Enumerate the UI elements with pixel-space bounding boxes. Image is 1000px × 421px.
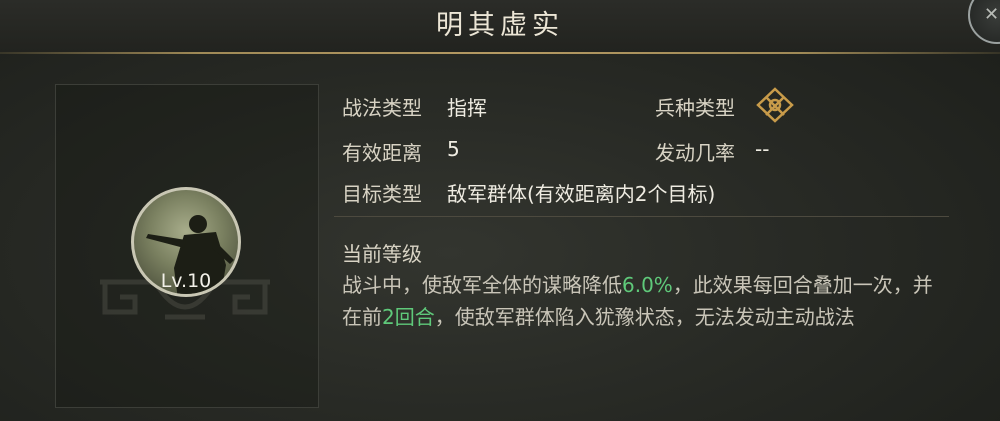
range-label: 有效距离 [342,141,422,165]
skill-level: Lv.10 [160,270,212,292]
target-type-value: 敌军群体(有效距离内2个目标) [447,182,716,206]
skill-detail-panel: 明其虚实 ✕ Lv.10 战法类型 指挥 兵种类型 有效距离 5 发动几率 --… [0,0,1000,421]
current-level-heading: 当前等级 [342,242,422,266]
trigger-rate-value: -- [755,137,770,161]
debuff-percent: 6.0% [622,273,673,297]
duration-turns: 2回合 [382,305,435,329]
desc-part-3: ，使敌军群体陷入犹豫状态，无法发动主动战法 [434,305,855,329]
troop-type-label: 兵种类型 [655,96,735,120]
close-icon[interactable]: ✕ [984,4,999,25]
desc-part-1: 战斗中，使敌军全体的谋略降低 [342,273,622,297]
range-value: 5 [447,137,460,161]
skill-type-label: 战法类型 [342,96,422,120]
troop-type-icon [756,87,794,123]
section-divider [334,216,949,217]
trigger-rate-label: 发动几率 [655,141,735,165]
target-type-label: 目标类型 [342,182,422,206]
title-divider [0,52,1000,54]
skill-description: 战斗中，使敌军全体的谋略降低6.0%，此效果每回合叠加一次，并在前2回合，使敌军… [342,269,942,333]
skill-type-value: 指挥 [447,96,487,120]
dialog-title: 明其虚实 [436,10,564,41]
